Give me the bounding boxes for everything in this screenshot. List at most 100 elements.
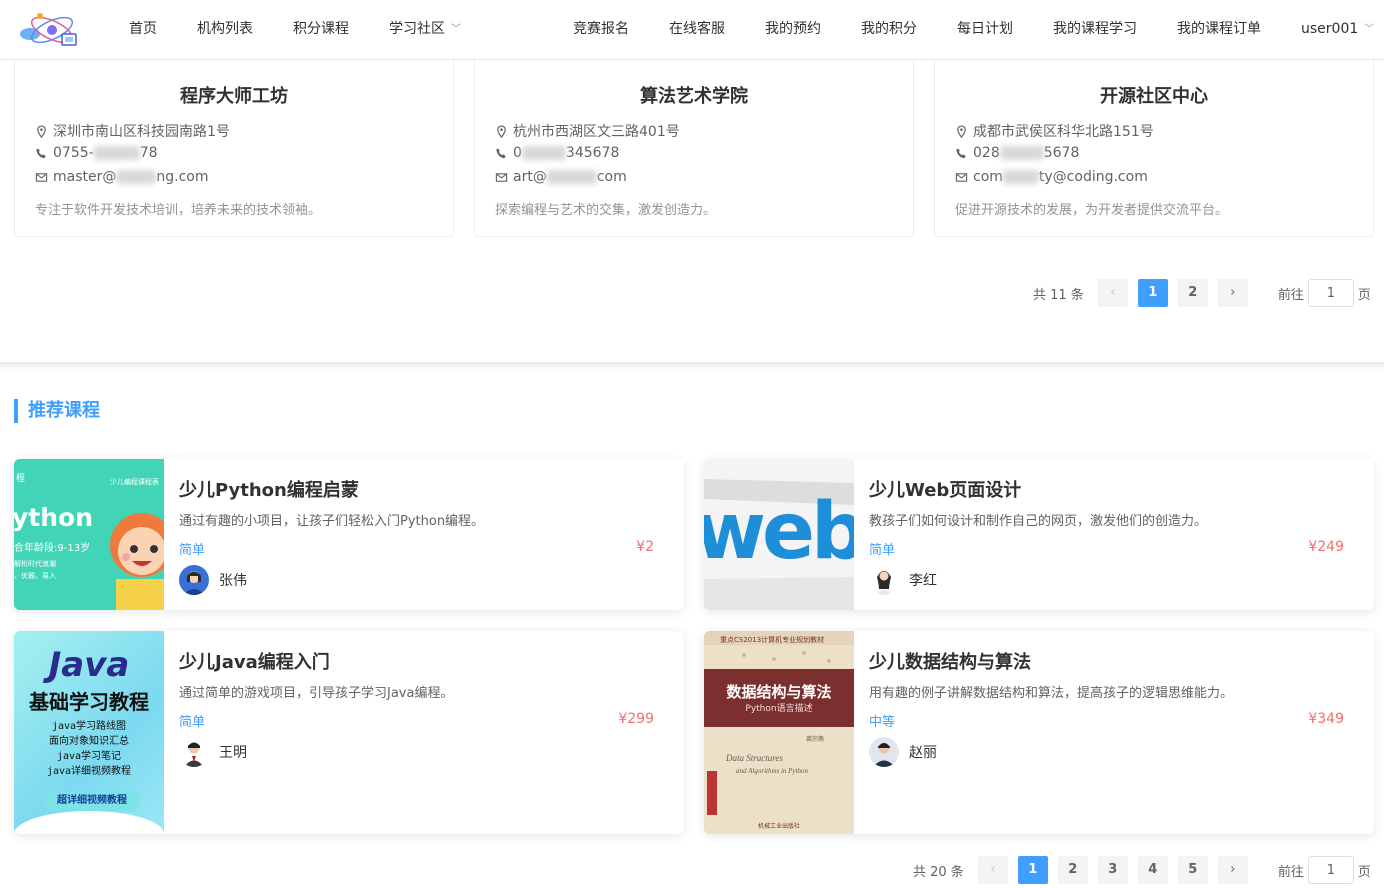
thumb-cloud <box>14 811 164 834</box>
course-price: ¥2 <box>636 539 654 555</box>
nav-daily-plan[interactable]: 每日计划 <box>957 0 1013 58</box>
goto-label: 前往 <box>1277 287 1304 303</box>
phone-text: 0755- <box>53 145 94 161</box>
thumb-badge: 超详细视频教程 <box>44 791 140 811</box>
nav-my-course-orders[interactable]: 我的课程订单 <box>1177 0 1261 58</box>
course-card[interactable]: Java 基础学习教程 java学习路线图 面向对象知识汇总 java学习笔记 … <box>14 631 684 834</box>
course-level: 简单 <box>179 543 206 558</box>
course-card[interactable]: 重点CS2013计算机专业规划教材 数据结构与算法 Python语言描述 裘宗燕… <box>704 631 1374 834</box>
avatar <box>179 737 209 767</box>
nav-institutions[interactable]: 机构列表 <box>197 0 253 58</box>
prev-page-button[interactable]: ‹ <box>1097 279 1128 307</box>
course-thumbnail: web <box>704 459 854 610</box>
location-icon <box>497 124 506 138</box>
course-title[interactable]: 少儿数据结构与算法 <box>869 648 1031 674</box>
phone-text: 0 <box>513 145 522 161</box>
institution-phone: 0755- 78 <box>35 145 158 161</box>
course-teacher: 赵丽 <box>869 737 937 767</box>
course-title[interactable]: 少儿Web页面设计 <box>869 476 1021 502</box>
nav-home[interactable]: 首页 <box>129 0 157 58</box>
page-button[interactable]: 2 <box>1177 279 1208 307</box>
course-title[interactable]: 少儿Python编程启蒙 <box>179 476 359 502</box>
thumb-line: java学习笔记 <box>56 751 122 762</box>
thumb-line: java详细视频教程 <box>46 766 132 777</box>
institution-card[interactable]: 开源社区中心 成都市武侯区科华北路151号 028 5678 com ty@codi… <box>934 60 1374 237</box>
thumb-title: Java <box>48 645 130 685</box>
goto-page-input[interactable] <box>1307 279 1354 307</box>
site-logo[interactable] <box>18 8 82 52</box>
redacted-area <box>521 146 566 160</box>
user-menu[interactable]: user001 ﹀ <box>1301 0 1374 58</box>
nav-online-service[interactable]: 在线客服 <box>669 0 725 58</box>
course-teacher: 李红 <box>869 565 937 595</box>
teacher-name: 赵丽 <box>909 745 937 761</box>
page-button[interactable]: 1 <box>1017 856 1048 884</box>
institution-card[interactable]: 程序大师工坊 深圳市南山区科技园南路1号 0755- 78 master@ ng.c… <box>14 60 454 237</box>
thumb-text: 解析时代浪潮 <box>14 560 56 568</box>
mail-icon <box>35 172 48 182</box>
thumb-lines: java学习路线图 面向对象知识汇总 java学习笔记 java详细视频教程 <box>14 719 164 779</box>
email-text-end: ng.com <box>156 169 209 185</box>
nav-my-points[interactable]: 我的积分 <box>861 0 917 58</box>
page-button[interactable]: 5 <box>1177 856 1208 884</box>
pagination-total: 共 20 条 <box>913 864 964 880</box>
nav-points-courses[interactable]: 积分课程 <box>293 0 349 58</box>
institution-description: 促进开源技术的发展，为开发者提供交流平台。 <box>955 203 1229 218</box>
course-teacher: 王明 <box>179 737 247 767</box>
nav-my-appointments[interactable]: 我的预约 <box>765 0 821 58</box>
page-unit-label: 页 <box>1357 287 1371 303</box>
institution-phone: 0 345678 <box>495 145 619 161</box>
page-button[interactable]: 3 <box>1097 856 1128 884</box>
institution-address: 深圳市南山区科技园南路1号 <box>35 121 230 141</box>
page-button[interactable]: 2 <box>1057 856 1088 884</box>
phone-text-end: 78 <box>139 145 158 161</box>
next-page-button[interactable]: › <box>1217 279 1248 307</box>
course-thumbnail: 重点CS2013计算机专业规划教材 数据结构与算法 Python语言描述 裘宗燕… <box>704 631 854 834</box>
thumb-subtitle: 基础学习教程 <box>29 690 149 714</box>
thumb-title: ython <box>14 503 94 532</box>
course-thumbnail: Java 基础学习教程 java学习路线图 面向对象知识汇总 java学习笔记 … <box>14 631 164 834</box>
teacher-name: 张伟 <box>219 573 247 589</box>
thumb-line: java学习路线图 <box>51 721 127 732</box>
page-button[interactable]: 4 <box>1137 856 1168 884</box>
email-text: master@ <box>53 169 117 185</box>
next-page-button[interactable]: › <box>1217 856 1248 884</box>
redacted-area <box>116 170 157 184</box>
nav-competition[interactable]: 竞赛报名 <box>573 0 629 58</box>
teacher-name: 王明 <box>219 745 247 761</box>
course-card[interactable]: 程 少儿编程课程表 ython 合年龄段:9-13岁 解析时代浪潮 、优雅、易入… <box>14 459 684 610</box>
location-icon <box>957 124 966 138</box>
address-text: 杭州市西湖区文三路401号 <box>513 124 680 140</box>
institution-name: 开源社区中心 <box>1100 86 1208 107</box>
course-price: ¥299 <box>618 711 654 727</box>
goto-page-input[interactable] <box>1307 856 1354 884</box>
course-level: 简单 <box>179 715 206 730</box>
course-card[interactable]: web 少儿Web页面设计 教孩子们如何设计和制作自己的网页，激发他们的创造力。… <box>704 459 1374 610</box>
page-unit-label: 页 <box>1357 864 1371 880</box>
institution-description: 探索编程与艺术的交集，激发创造力。 <box>495 203 717 218</box>
course-pagination: 共 20 条 ‹ 1 2 3 4 5 › 前往 页 <box>913 856 1371 884</box>
teacher-name: 李红 <box>909 573 937 589</box>
phone-text: 028 <box>973 145 1000 161</box>
prev-page-button[interactable]: ‹ <box>977 856 1008 884</box>
course-description: 通过有趣的小项目，让孩子们轻松入门Python编程。 <box>179 514 485 529</box>
thumb-line: 面向对象知识汇总 <box>49 736 129 747</box>
page-button[interactable]: 1 <box>1137 279 1168 307</box>
course-description: 通过简单的游戏项目，引导孩子学习Java编程。 <box>179 686 454 701</box>
section-title: 推荐课程 <box>14 399 100 423</box>
thumb-text: 、优雅、易入 <box>14 572 56 580</box>
thumb-en-title: and Algorithms in Python <box>736 767 809 775</box>
institution-phone: 028 5678 <box>955 145 1079 161</box>
section-divider <box>0 362 1384 374</box>
institution-name: 算法艺术学院 <box>640 86 748 107</box>
course-title[interactable]: 少儿Java编程入门 <box>179 648 330 674</box>
location-icon <box>37 124 46 138</box>
nav-my-course-study[interactable]: 我的课程学习 <box>1053 0 1137 58</box>
institution-card[interactable]: 算法艺术学院 杭州市西湖区文三路401号 0 345678 art@ com 探索编… <box>474 60 914 237</box>
nav-community[interactable]: 学习社区 ﹀ <box>389 0 461 58</box>
email-text-end: ty@coding.com <box>1038 169 1148 185</box>
address-text: 深圳市南山区科技园南路1号 <box>53 124 230 140</box>
institution-pagination: 共 11 条 ‹ 1 2 › 前往 页 <box>1033 279 1371 307</box>
thumb-author: 裘宗燕 <box>806 736 825 743</box>
nav-community-label: 学习社区 <box>389 21 445 37</box>
